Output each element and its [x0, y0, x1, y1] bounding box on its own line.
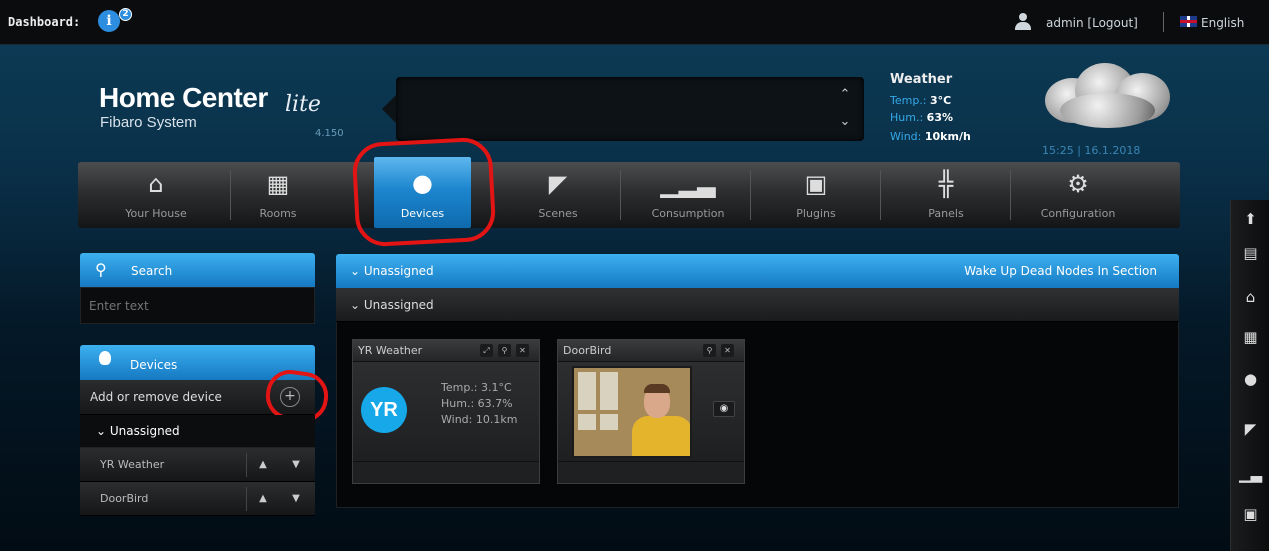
logo-title: Home Center — [99, 82, 268, 113]
yr-logo: YR — [361, 387, 407, 433]
device-card-doorbird[interactable]: DoorBird ⚲ ✕ ◉ — [557, 339, 745, 484]
plugin-icon[interactable]: ▣ — [1231, 505, 1269, 523]
sidebar-device-label: DoorBird — [100, 492, 149, 505]
nav-rooms[interactable]: ▦ Rooms — [208, 162, 348, 228]
card-title: DoorBird — [563, 344, 612, 357]
sidebar-device-label: YR Weather — [100, 458, 165, 471]
save-icon[interactable]: ▤ — [1231, 244, 1269, 262]
sidebar-device-yr-weather[interactable]: YR Weather ▲ ▼ — [80, 448, 315, 482]
nav-your-house[interactable]: ⌂ Your House — [86, 162, 226, 228]
section-header[interactable]: ⌄ Unassigned Wake Up Dead Nodes In Secti… — [336, 254, 1179, 288]
search-input[interactable] — [80, 287, 315, 324]
top-bar: Dashboard: i 2 admin [Logout] English — [0, 0, 1269, 45]
card-title: YR Weather — [358, 344, 423, 357]
divider — [246, 487, 247, 511]
chart-icon[interactable]: ▁▃ — [1231, 465, 1269, 483]
clapperboard-icon: ◤ — [548, 170, 568, 198]
bulb-icon[interactable]: ● — [1231, 370, 1269, 388]
search-icon: ⚲ — [95, 260, 107, 279]
close-icon[interactable]: ✕ — [721, 344, 734, 357]
sidebar-unassigned-section[interactable]: ⌄ Unassigned — [80, 415, 315, 448]
camera-icon[interactable]: ◉ — [713, 401, 735, 417]
weather-humidity: Hum.: 63% — [890, 111, 954, 124]
clapperboard-icon[interactable]: ◤ — [1231, 420, 1269, 438]
arrow-up-icon[interactable]: ⬆ — [1231, 210, 1269, 228]
nav-label: Rooms — [259, 207, 297, 220]
chart-icon: ▁▂▃ — [660, 170, 716, 198]
info-icon[interactable]: i — [98, 10, 120, 32]
panels-icon: ╬ — [938, 170, 954, 198]
uk-flag-icon[interactable] — [1180, 16, 1197, 27]
card-footer — [558, 461, 744, 483]
clock: 15:25 | 16.1.2018 — [1042, 144, 1141, 157]
magnify-icon[interactable]: ⚲ — [498, 344, 511, 357]
nav-label: Your House — [125, 207, 187, 220]
add-remove-label: Add or remove device — [90, 390, 222, 404]
nav-configuration[interactable]: ⚙ Configuration — [1008, 162, 1148, 228]
ticker-up-button[interactable]: ⌃ — [836, 86, 854, 104]
card-footer — [353, 461, 539, 483]
language-selector[interactable]: English — [1201, 16, 1244, 30]
sidebar-device-doorbird[interactable]: DoorBird ▲ ▼ — [80, 482, 315, 516]
devices-title: Devices — [130, 358, 178, 372]
right-toolbar: ⬆ ▤ ⌂ ▦ ● ◤ ▁▃ ▣ — [1230, 200, 1269, 551]
magnify-icon[interactable]: ⚲ — [703, 344, 716, 357]
weather-wind: Wind: 10km/h — [890, 130, 971, 143]
close-icon[interactable]: ✕ — [516, 344, 529, 357]
device-card-yr-weather[interactable]: YR Weather ⤢ ⚲ ✕ YR Temp.: 3.1°C Hum.: 6… — [352, 339, 540, 484]
subsection-title: ⌄ Unassigned — [350, 298, 434, 312]
move-up-button[interactable]: ▲ — [252, 456, 274, 474]
house-icon: ⌂ — [148, 170, 164, 198]
move-down-button[interactable]: ▼ — [285, 490, 307, 508]
ticker-down-button[interactable]: ⌄ — [836, 113, 854, 131]
annotation-circle-devices — [351, 136, 497, 248]
bulb-icon — [99, 351, 111, 365]
card-hum: Hum.: 63.7% — [441, 397, 513, 410]
logout-link[interactable]: admin [Logout] — [1046, 16, 1138, 30]
search-panel-header: ⚲ Search — [80, 253, 315, 287]
house-icon[interactable]: ⌂ — [1231, 288, 1269, 306]
nav-label: Scenes — [538, 207, 578, 220]
nav-label: Consumption — [651, 207, 725, 220]
nav-consumption[interactable]: ▁▂▃ Consumption — [618, 162, 758, 228]
gear-icon: ⚙ — [1067, 170, 1089, 198]
nav-panels[interactable]: ╬ Panels — [876, 162, 1016, 228]
logo-subtitle: Fibaro System — [100, 114, 197, 131]
dashboard-label: Dashboard: — [8, 15, 81, 29]
user-icon — [1015, 13, 1031, 31]
expand-icon[interactable]: ⤢ — [480, 344, 493, 357]
subsection-header[interactable]: ⌄ Unassigned — [336, 288, 1179, 322]
card-wind: Wind: 10.1km — [441, 413, 518, 426]
card-header: YR Weather ⤢ ⚲ ✕ — [353, 340, 539, 362]
section-title: ⌄ Unassigned — [350, 264, 434, 278]
card-temp: Temp.: 3.1°C — [441, 381, 512, 394]
rooms-icon[interactable]: ▦ — [1231, 328, 1269, 346]
logo-lite: lite — [285, 92, 321, 117]
notification-ticker — [382, 77, 864, 141]
main-nav: ⌂ Your House ▦ Rooms ● Devices ◤ Scenes … — [78, 157, 1180, 228]
card-header: DoorBird ⚲ ✕ — [558, 340, 744, 362]
search-title: Search — [131, 264, 173, 278]
divider — [1163, 12, 1164, 32]
rooms-icon: ▦ — [266, 170, 290, 198]
weather-temp: Temp.: 3°C — [890, 94, 952, 107]
camera-snapshot-image — [572, 366, 692, 458]
weather-readings: Temp.: 3.1°C Hum.: 63.7% Wind: 10.1km — [441, 380, 517, 428]
wake-up-link[interactable]: Wake Up Dead Nodes In Section — [964, 264, 1157, 278]
nav-label: Configuration — [1040, 207, 1116, 220]
notification-badge[interactable]: 2 — [119, 8, 132, 21]
nav-plugins[interactable]: ▣ Plugins — [746, 162, 886, 228]
version: 4.150 — [315, 128, 344, 139]
move-down-button[interactable]: ▼ — [285, 456, 307, 474]
cloud-icon — [1035, 58, 1175, 133]
weather-title: Weather — [890, 72, 953, 87]
nav-label: Panels — [928, 207, 964, 220]
sidebar-unassigned-label: ⌄ Unassigned — [96, 424, 180, 438]
divider — [246, 453, 247, 477]
nav-scenes[interactable]: ◤ Scenes — [488, 162, 628, 228]
plugin-icon: ▣ — [804, 170, 828, 198]
nav-label: Plugins — [796, 207, 836, 220]
move-up-button[interactable]: ▲ — [252, 490, 274, 508]
